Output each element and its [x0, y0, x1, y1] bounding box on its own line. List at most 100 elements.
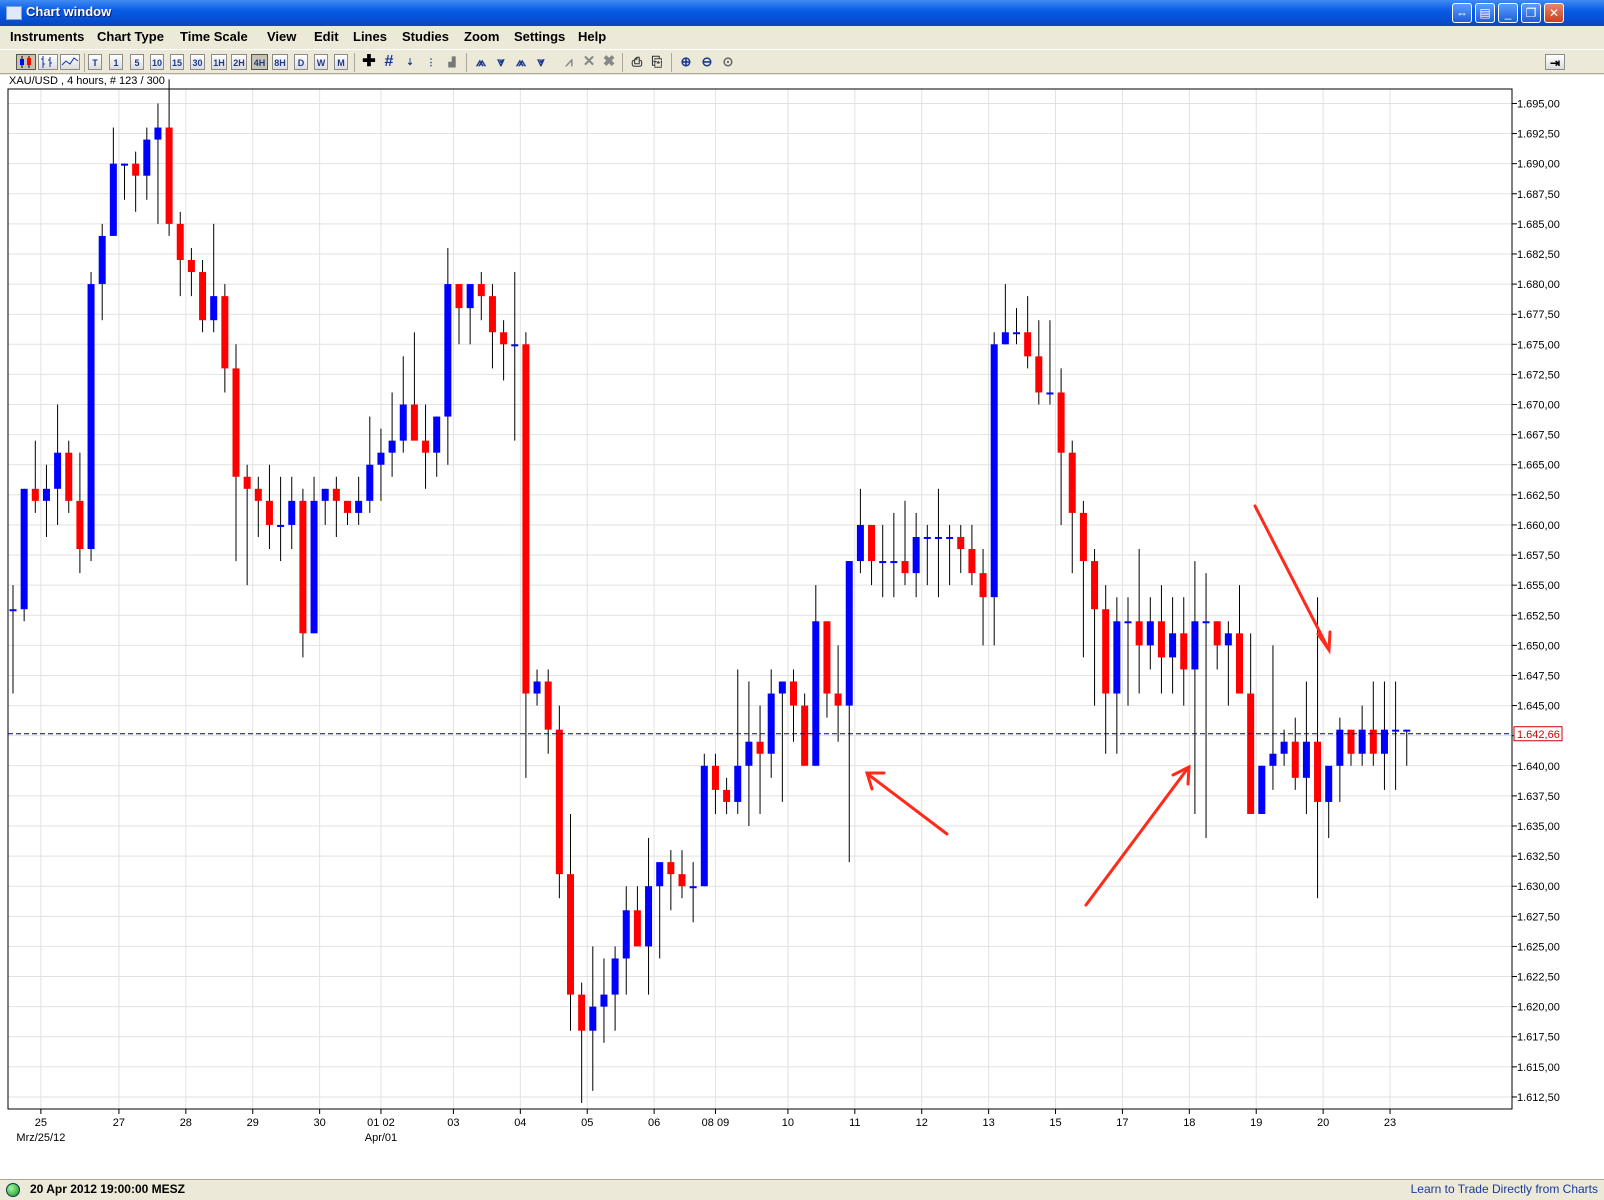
menu-studies[interactable]: Studies: [402, 29, 449, 44]
crosshair-icon[interactable]: ✚: [360, 54, 378, 70]
candle-body: [979, 573, 987, 598]
candle-body: [1079, 512, 1087, 562]
candle-body: [199, 272, 207, 321]
candle-body: [143, 139, 151, 176]
pin-icon[interactable]: ⇥: [1545, 54, 1565, 70]
candle-up: [1403, 729, 1411, 766]
cursor-info-icon[interactable]: ⇣: [402, 54, 418, 70]
bar-chart-icon[interactable]: [38, 54, 58, 70]
candle-body: [1236, 633, 1243, 694]
timeframe-30[interactable]: 30: [190, 54, 205, 70]
timeframe-t[interactable]: T: [88, 54, 102, 70]
candle-down: [265, 464, 273, 550]
menu-edit[interactable]: Edit: [314, 29, 339, 44]
tile-icon[interactable]: ▤: [1475, 3, 1495, 23]
candle-up: [656, 862, 664, 959]
price-label: 1.655,00: [1517, 580, 1560, 592]
candle-body: [544, 681, 552, 730]
candle-up: [121, 163, 128, 200]
candle-down: [1314, 597, 1322, 899]
timeframe-2h[interactable]: 2H: [231, 54, 247, 70]
timeframe-w[interactable]: W: [314, 54, 328, 70]
price-label: 1.617,50: [1517, 1032, 1560, 1044]
price-label: 1.690,00: [1517, 159, 1560, 171]
channel-icon[interactable]: ⩔: [492, 54, 510, 70]
candle-body: [332, 488, 340, 501]
fibonacci-icon[interactable]: ⩕: [512, 54, 530, 70]
timeframe-1[interactable]: 1: [109, 54, 123, 70]
timeframe-m[interactable]: M: [334, 54, 348, 70]
timeframe-5[interactable]: 5: [130, 54, 144, 70]
candle-down: [332, 476, 340, 537]
menu-view[interactable]: View: [267, 29, 296, 44]
delete-icon[interactable]: ✕: [580, 54, 598, 70]
candle-body: [165, 127, 173, 224]
data-window-icon[interactable]: ⋮: [422, 54, 440, 70]
candle-up: [288, 476, 296, 550]
timeframe-1h[interactable]: 1H: [211, 54, 227, 70]
timeframe-d[interactable]: D: [294, 54, 308, 70]
timeframe-10[interactable]: 10: [150, 54, 164, 70]
window-title: Chart window: [26, 4, 112, 19]
detach-icon[interactable]: ⇔: [1452, 3, 1472, 23]
close-button[interactable]: ✕: [1544, 3, 1564, 23]
date-label: 18: [1183, 1117, 1195, 1129]
candle-body: [879, 561, 887, 564]
menu-help[interactable]: Help: [578, 29, 606, 44]
menu-lines[interactable]: Lines: [353, 29, 387, 44]
minimize-button[interactable]: _: [1498, 3, 1518, 23]
candle-down: [578, 982, 586, 1103]
grid-icon[interactable]: #: [380, 54, 398, 70]
fan-icon[interactable]: ⩔: [532, 54, 550, 70]
candle-down: [1369, 681, 1377, 766]
trendline-icon[interactable]: ⩕: [472, 54, 490, 70]
price-label: 1.635,00: [1517, 821, 1560, 833]
restore-button[interactable]: ❐: [1521, 3, 1541, 23]
menu-time-scale[interactable]: Time Scale: [180, 29, 248, 44]
price-label: 1.640,00: [1517, 761, 1560, 773]
candle-body: [1224, 633, 1232, 646]
print-icon[interactable]: ⎙: [628, 54, 646, 70]
timeframe-8h[interactable]: 8H: [272, 54, 288, 70]
candle-down: [801, 693, 809, 766]
candle-down: [968, 524, 976, 586]
candle-body: [466, 284, 474, 309]
candle-down: [187, 247, 195, 297]
line-chart-icon[interactable]: [60, 54, 80, 70]
candlestick-icon[interactable]: [16, 54, 36, 70]
zoom-in-icon[interactable]: ⊕: [677, 54, 695, 70]
menu-instruments[interactable]: Instruments: [10, 29, 84, 44]
menu-zoom[interactable]: Zoom: [464, 29, 499, 44]
timeframe-4h[interactable]: 4H: [251, 54, 268, 70]
candle-body: [1314, 741, 1322, 802]
price-chart[interactable]: 1.695,00 1.692,50 1.690,00 1.687,50 1.685,00…: [0, 75, 1604, 1179]
zoom-out-icon[interactable]: ⊖: [698, 54, 716, 70]
print-preview-icon[interactable]: ⎘: [648, 54, 666, 70]
candle-up: [355, 476, 363, 525]
status-datetime: 20 Apr 2012 19:00:00 MESZ: [30, 1182, 185, 1196]
candle-body: [633, 910, 641, 947]
price-label: 1.612,50: [1517, 1092, 1560, 1104]
candle-body: [667, 862, 675, 875]
candle-body: [243, 476, 251, 489]
title-bar: Chart window ⇔ ▤ _ ❐ ✕: [0, 0, 1604, 26]
price-label: 1.662,50: [1517, 490, 1560, 502]
candle-body: [500, 332, 508, 345]
delete-all-icon[interactable]: ✖: [600, 54, 618, 70]
zoom-reset-icon[interactable]: ⊙: [719, 54, 737, 70]
menu-chart-type[interactable]: Chart Type: [97, 29, 164, 44]
price-label: 1.680,00: [1517, 279, 1560, 291]
price-label: 1.675,00: [1517, 339, 1560, 351]
volume-icon[interactable]: ▟: [443, 54, 461, 70]
candle-up: [812, 585, 820, 766]
chart-area[interactable]: XAU/USD , 4 hours, # 123 / 300 1.695,00 1…: [0, 75, 1604, 1179]
candle-body: [589, 1006, 597, 1031]
delete-line-icon[interactable]: ⩘: [560, 54, 578, 70]
date-label: 11: [849, 1117, 860, 1129]
connection-status-icon: [6, 1183, 20, 1197]
candle-up: [54, 404, 62, 525]
timeframe-15[interactable]: 15: [170, 54, 184, 70]
learn-to-trade-link[interactable]: Learn to Trade Directly from Charts: [1411, 1182, 1598, 1196]
menu-settings[interactable]: Settings: [514, 29, 565, 44]
candle-up: [700, 753, 708, 887]
